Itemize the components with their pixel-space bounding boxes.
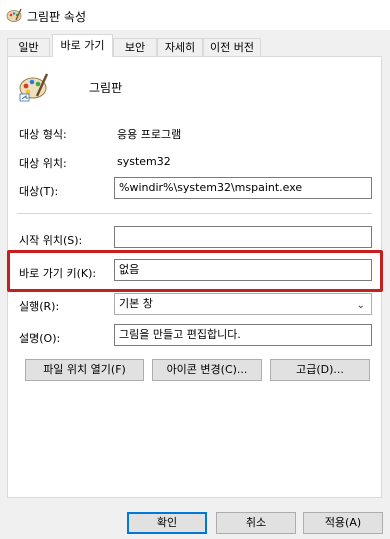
cancel-button[interactable]: 취소 <box>216 512 296 534</box>
target-location-label: 대상 위치: <box>19 157 67 170</box>
paint-palette-icon <box>19 73 49 102</box>
open-file-location-button[interactable]: 파일 위치 열기(F) <box>25 359 144 381</box>
chevron-down-icon: ⌄ <box>356 300 365 311</box>
comment-input[interactable]: 그림을 만들고 편집합니다. <box>114 324 372 346</box>
tab-details[interactable]: 자세히 <box>157 38 203 56</box>
tab-previous-versions[interactable]: 이전 버전 <box>203 38 261 56</box>
tab-security[interactable]: 보안 <box>113 38 157 56</box>
run-select-value: 기본 창 <box>119 297 153 310</box>
target-type-value: 응용 프로그램 <box>117 128 182 141</box>
paint-palette-icon <box>6 8 22 22</box>
target-type-label: 대상 형식: <box>19 128 67 141</box>
tab-general[interactable]: 일반 <box>7 38 50 56</box>
start-in-label: 시작 위치(S): <box>19 234 83 247</box>
title-bar: 그림판 속성 <box>0 0 390 30</box>
change-icon-button[interactable]: 아이콘 변경(C)... <box>152 359 262 381</box>
tab-shortcut[interactable]: 바로 가기 <box>52 34 113 57</box>
window-title: 그림판 속성 <box>27 10 87 24</box>
highlight-box <box>7 250 383 292</box>
apply-button[interactable]: 적용(A) <box>303 512 383 534</box>
divider <box>17 213 372 214</box>
comment-label: 설명(O): <box>19 332 61 345</box>
run-select[interactable]: 기본 창 ⌄ <box>114 293 372 315</box>
target-label: 대상(T): <box>19 185 59 198</box>
start-in-input[interactable] <box>114 226 372 248</box>
run-label: 실행(R): <box>19 300 60 313</box>
ok-button[interactable]: 확인 <box>127 512 207 534</box>
app-name: 그림판 <box>89 81 123 95</box>
target-input[interactable]: %windir%\system32\mspaint.exe <box>114 177 372 199</box>
target-location-value: system32 <box>117 155 171 168</box>
advanced-button[interactable]: 고급(D)... <box>270 359 370 381</box>
